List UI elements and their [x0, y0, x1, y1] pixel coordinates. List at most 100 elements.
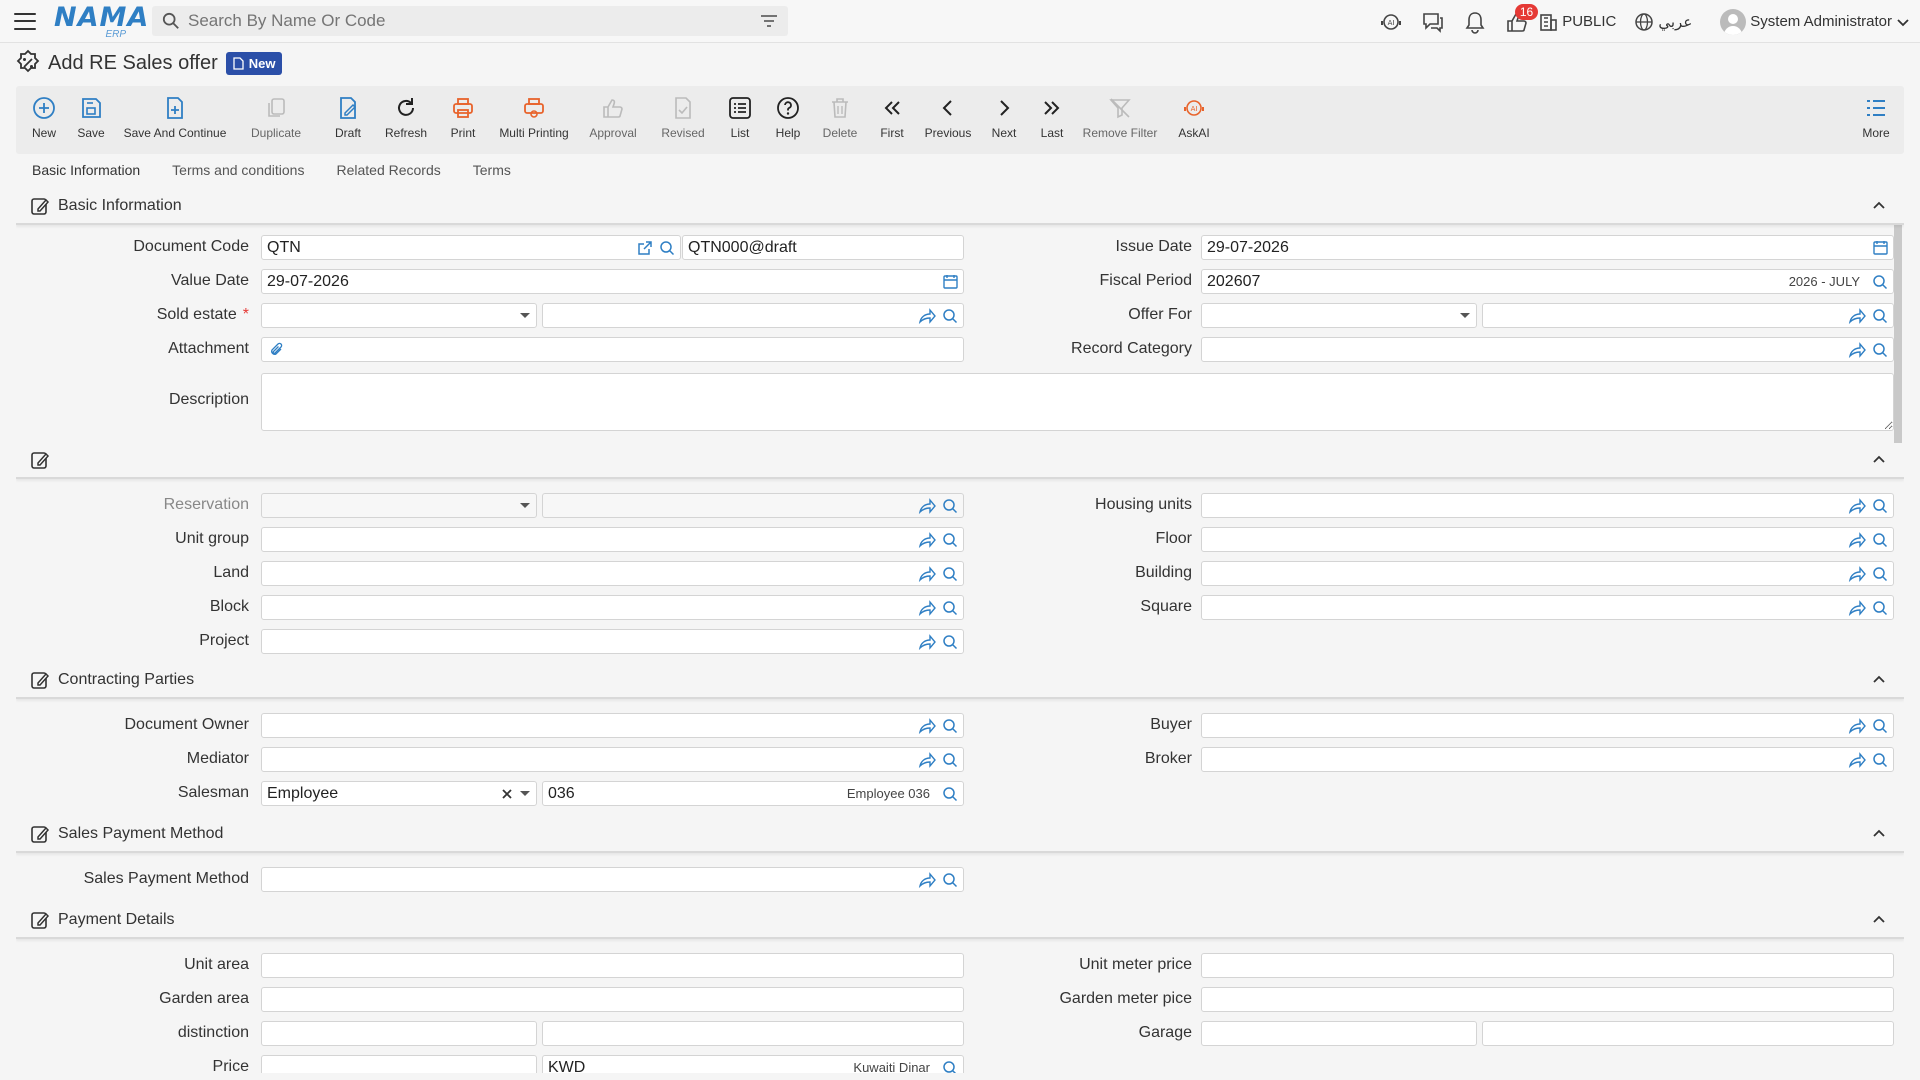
record-category-field[interactable]	[1201, 337, 1894, 362]
sold-estate-field[interactable]	[542, 303, 964, 328]
new-button[interactable]: New	[22, 86, 66, 154]
approval-button[interactable]: Approval	[576, 86, 650, 154]
print-button[interactable]: Print	[434, 86, 492, 154]
section-basic-information[interactable]: Basic Information	[16, 189, 1904, 225]
save-button[interactable]: Save	[66, 86, 116, 154]
unit-group-field[interactable]	[261, 527, 964, 552]
housing-units-field[interactable]	[1201, 493, 1894, 518]
list-button[interactable]: List	[716, 86, 764, 154]
lookup-search-icon[interactable]	[942, 718, 958, 734]
chevron-up-icon[interactable]	[1872, 913, 1886, 927]
first-button[interactable]: First	[868, 86, 916, 154]
previous-button[interactable]: Previous	[916, 86, 980, 154]
garage-field-2[interactable]	[1482, 1021, 1894, 1046]
lookup-search-icon[interactable]	[942, 566, 958, 582]
share-icon[interactable]	[1848, 341, 1866, 358]
price-field[interactable]	[261, 1055, 537, 1073]
last-button[interactable]: Last	[1028, 86, 1076, 154]
lookup-search-icon[interactable]	[1872, 498, 1888, 514]
unit-area-field[interactable]	[261, 953, 964, 978]
building-field[interactable]	[1201, 561, 1894, 586]
salesman-field[interactable]: 036 Employee 036	[542, 781, 964, 806]
mediator-field[interactable]	[261, 747, 964, 772]
lookup-search-icon[interactable]	[659, 240, 675, 256]
paperclip-icon[interactable]	[269, 342, 285, 358]
lookup-search-icon[interactable]	[942, 498, 958, 514]
logo[interactable]: NAMA ERP	[54, 4, 148, 41]
lookup-search-icon[interactable]	[942, 752, 958, 768]
clear-icon[interactable]	[501, 788, 513, 800]
fiscal-period-field[interactable]: 202607 2026 - JULY	[1201, 269, 1894, 294]
tab-terms[interactable]: Terms	[457, 158, 527, 188]
floor-field[interactable]	[1201, 527, 1894, 552]
section-sales-payment-method[interactable]: Sales Payment Method	[16, 817, 1904, 853]
block-field[interactable]	[261, 595, 964, 620]
share-icon[interactable]	[1848, 717, 1866, 734]
remove-filter-button[interactable]: Remove Filter	[1076, 86, 1164, 154]
lookup-search-icon[interactable]	[1872, 274, 1888, 290]
multi-printing-button[interactable]: Multi Printing	[492, 86, 576, 154]
lookup-search-icon[interactable]	[1872, 752, 1888, 768]
share-icon[interactable]	[1848, 751, 1866, 768]
share-icon[interactable]	[918, 307, 936, 324]
document-owner-field[interactable]	[261, 713, 964, 738]
lookup-search-icon[interactable]	[942, 532, 958, 548]
buyer-field[interactable]	[1201, 713, 1894, 738]
document-code-field[interactable]: QTN	[261, 235, 681, 260]
lookup-search-icon[interactable]	[942, 600, 958, 616]
next-button[interactable]: Next	[980, 86, 1028, 154]
square-field[interactable]	[1201, 595, 1894, 620]
currency-field[interactable]: KWD Kuwaiti Dinar	[542, 1055, 964, 1073]
lookup-search-icon[interactable]	[1872, 532, 1888, 548]
chevron-down-icon[interactable]	[1896, 15, 1910, 29]
help-button[interactable]: Help	[764, 86, 812, 154]
document-number-field[interactable]: QTN000@draft	[682, 235, 964, 260]
chevron-up-icon[interactable]	[1872, 827, 1886, 841]
tab-basic-information[interactable]: Basic Information	[16, 158, 156, 191]
lookup-search-icon[interactable]	[942, 308, 958, 324]
distinction-field-2[interactable]	[542, 1021, 964, 1046]
lookup-search-icon[interactable]	[942, 1060, 958, 1073]
share-icon[interactable]	[1848, 599, 1866, 616]
section-payment-details[interactable]: Payment Details	[16, 903, 1904, 939]
save-and-continue-button[interactable]: Save And Continue	[116, 86, 234, 154]
section-unit-details[interactable]	[16, 443, 1904, 479]
offer-for-field[interactable]	[1482, 303, 1894, 328]
share-icon[interactable]	[918, 751, 936, 768]
delete-button[interactable]: Delete	[812, 86, 868, 154]
share-icon[interactable]	[1848, 565, 1866, 582]
sales-payment-method-field[interactable]	[261, 867, 964, 892]
user-menu[interactable]: System Administrator	[1750, 13, 1892, 30]
sold-estate-type-select[interactable]	[261, 303, 537, 328]
description-textarea[interactable]	[261, 373, 1894, 431]
chevron-up-icon[interactable]	[1872, 199, 1886, 213]
menu-icon[interactable]	[14, 12, 36, 30]
ai-assistant-icon[interactable]: AI	[1370, 0, 1412, 43]
salesman-type-select[interactable]: Employee	[261, 781, 537, 806]
open-link-icon[interactable]	[637, 240, 653, 256]
share-icon[interactable]	[918, 531, 936, 548]
calendar-icon[interactable]	[943, 274, 958, 289]
share-icon[interactable]	[918, 633, 936, 650]
lookup-search-icon[interactable]	[942, 786, 958, 802]
share-icon[interactable]	[918, 565, 936, 582]
calendar-icon[interactable]	[1873, 240, 1888, 255]
lookup-search-icon[interactable]	[1872, 566, 1888, 582]
chevron-up-icon[interactable]	[1872, 453, 1886, 467]
dropdown-arrow-icon[interactable]	[519, 790, 531, 798]
lookup-search-icon[interactable]	[942, 872, 958, 888]
draft-button[interactable]: Draft	[318, 86, 378, 154]
section-contracting-parties[interactable]: Contracting Parties	[16, 663, 1904, 699]
land-field[interactable]	[261, 561, 964, 586]
dropdown-arrow-icon[interactable]	[519, 312, 531, 320]
company-selector[interactable]: PUBLIC	[1562, 13, 1616, 30]
language-switch[interactable]: عربي	[1658, 13, 1692, 31]
share-icon[interactable]	[918, 599, 936, 616]
distinction-field-1[interactable]	[261, 1021, 537, 1046]
share-icon[interactable]	[1848, 307, 1866, 324]
lookup-search-icon[interactable]	[1872, 342, 1888, 358]
search-input[interactable]	[188, 11, 760, 31]
lookup-search-icon[interactable]	[1872, 718, 1888, 734]
reservation-field[interactable]	[542, 493, 964, 518]
dropdown-arrow-icon[interactable]	[1459, 312, 1471, 320]
